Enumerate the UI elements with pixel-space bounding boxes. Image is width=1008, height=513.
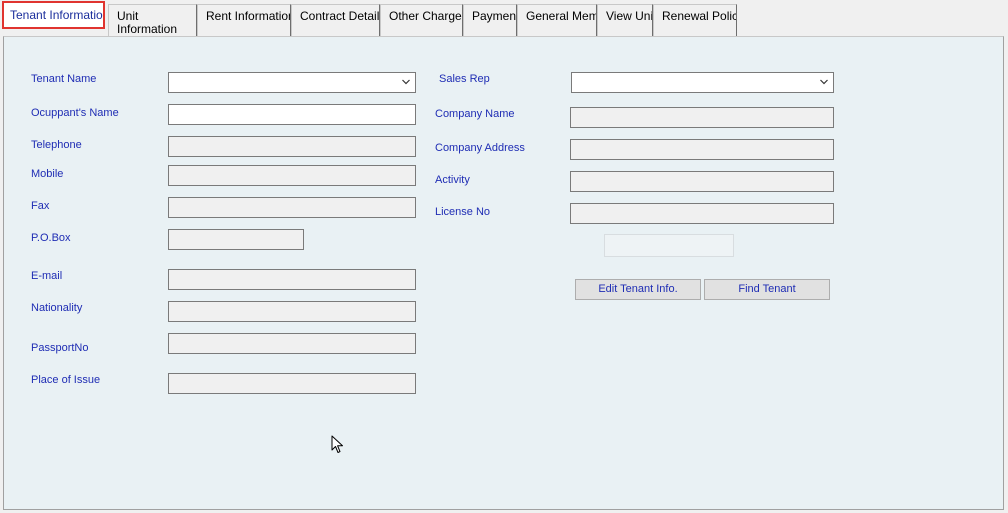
place-of-issue-label: Place of Issue [31, 374, 101, 386]
occupant-name-field[interactable] [168, 104, 416, 125]
company-name-label: Company Name [435, 108, 515, 120]
sales-rep-label: Sales Rep [439, 73, 490, 85]
edit-tenant-button[interactable]: Edit Tenant Info. [575, 279, 701, 300]
place-of-issue-field[interactable] [168, 373, 416, 394]
passport-field[interactable] [168, 333, 416, 354]
passport-label: PassportNo [31, 342, 89, 354]
tab-strip: Tenant Information Unit Information Rent… [0, 0, 1008, 38]
tab-rent-information[interactable]: Rent Information [197, 4, 291, 36]
telephone-label: Telephone [31, 139, 82, 151]
nationality-field[interactable] [168, 301, 416, 322]
pobox-field[interactable] [168, 229, 304, 250]
mobile-label: Mobile [31, 168, 64, 180]
activity-label: Activity [435, 174, 470, 186]
tab-unit-information[interactable]: Unit Information [108, 4, 197, 36]
tenant-name-dropdown[interactable] [168, 72, 416, 93]
nationality-label: Nationality [31, 302, 83, 314]
tab-other-charges[interactable]: Other Charges [380, 4, 463, 36]
fax-label: Fax [31, 200, 50, 212]
pobox-label: P.O.Box [31, 232, 71, 244]
mouse-pointer-icon [331, 435, 343, 453]
license-field[interactable] [570, 203, 834, 224]
activity-field[interactable] [570, 171, 834, 192]
company-address-field[interactable] [570, 139, 834, 160]
tab-renewal-policy[interactable]: Renewal Policy [653, 4, 737, 36]
tab-general-memo[interactable]: General Memo [517, 4, 597, 36]
occupant-name-label: Ocuppant's Name [31, 107, 119, 119]
sales-rep-dropdown[interactable] [571, 72, 834, 93]
tab-tenant-information[interactable]: Tenant Information [2, 1, 105, 29]
chevron-down-icon [820, 79, 828, 85]
email-field[interactable] [168, 269, 416, 290]
tab-payments[interactable]: Payments [463, 4, 517, 36]
tab-view-unit[interactable]: View Unit [597, 4, 653, 36]
email-label: E-mail [31, 270, 63, 282]
telephone-field[interactable] [168, 136, 416, 157]
fax-field[interactable] [168, 197, 416, 218]
company-address-label: Company Address [435, 142, 525, 154]
tenant-name-label: Tenant Name [31, 73, 97, 85]
blank-field [604, 234, 734, 257]
tab-contract-details[interactable]: Contract Details [291, 4, 380, 36]
company-name-field[interactable] [570, 107, 834, 128]
mobile-field[interactable] [168, 165, 416, 186]
license-label: License No [435, 206, 491, 218]
chevron-down-icon [402, 79, 410, 85]
find-tenant-button[interactable]: Find Tenant [704, 279, 830, 300]
